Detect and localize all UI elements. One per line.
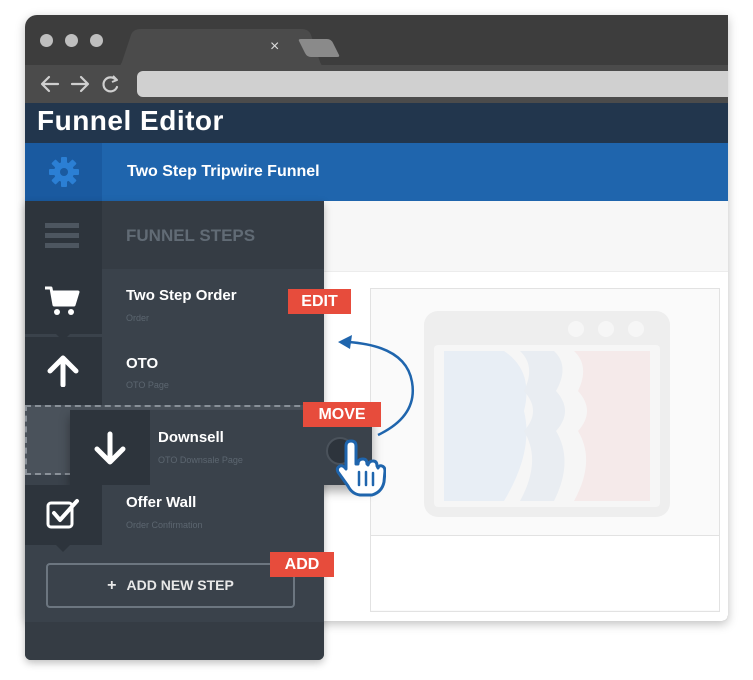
sidebar-footer (25, 622, 324, 660)
settings-cell[interactable] (25, 143, 102, 201)
new-tab-icon[interactable] (297, 37, 343, 59)
plus-icon: + (107, 577, 117, 594)
step-icon-cell (25, 485, 102, 545)
back-icon[interactable] (39, 74, 61, 94)
arrow-up-icon (47, 355, 79, 387)
step-type: OTO Downsale Page (158, 455, 243, 465)
checkbox-icon (46, 499, 79, 529)
sidebar-header-label: FUNNEL STEPS (126, 226, 256, 245)
window-dot-maximize[interactable] (90, 34, 103, 47)
tab-close-icon[interactable]: × (270, 38, 279, 56)
content-toolbar (324, 201, 728, 272)
move-arrow-icon (338, 335, 415, 437)
menu-cell[interactable] (25, 201, 102, 269)
step-name: Offer Wall (126, 494, 197, 511)
hand-cursor-icon (335, 439, 386, 497)
edit-callout: EDIT (288, 289, 351, 314)
step-name: OTO (126, 355, 159, 372)
step-icon-cell (70, 410, 150, 485)
step-name: Two Step Order (126, 287, 237, 304)
add-new-step-button[interactable]: + ADD NEW STEP (46, 563, 295, 608)
cart-icon (45, 286, 80, 315)
step-type: Order Confirmation (126, 520, 203, 530)
step-notch (56, 545, 70, 552)
window-dot-close[interactable] (40, 34, 53, 47)
step-type: Order (126, 313, 150, 323)
add-callout: ADD (270, 552, 334, 577)
step-icon-cell (25, 269, 102, 334)
step-type: OTO Page (126, 380, 169, 390)
page-title: Funnel Editor (37, 105, 224, 136)
forward-icon[interactable] (69, 74, 91, 94)
address-bar[interactable] (137, 71, 728, 97)
page-placeholder-icon (424, 311, 670, 517)
funnel-name: Two Step Tripwire Funnel (127, 163, 320, 180)
window-dot-minimize[interactable] (65, 34, 78, 47)
preview-footer (371, 535, 719, 610)
hamburger-icon[interactable] (45, 222, 79, 250)
add-new-step-label: ADD NEW STEP (126, 577, 234, 593)
reload-icon[interactable] (101, 74, 121, 94)
step-name: Downsell (158, 429, 224, 446)
arrow-down-icon (94, 431, 126, 465)
step-icon-cell (25, 337, 102, 405)
gear-icon[interactable] (48, 156, 80, 188)
